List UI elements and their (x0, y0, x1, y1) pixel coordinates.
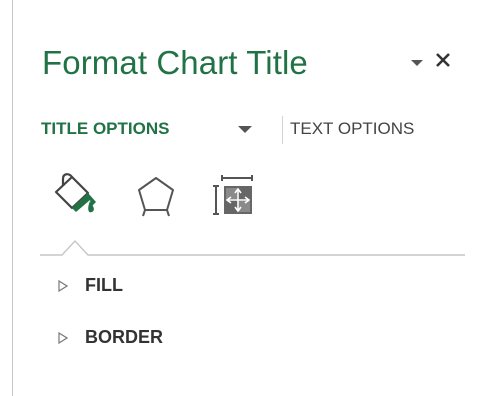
paint-bucket-icon[interactable] (52, 172, 102, 216)
tab-title-options[interactable]: TITLE OPTIONS (41, 119, 169, 139)
pane-title: Format Chart Title (42, 44, 308, 81)
tab-separator (282, 116, 283, 144)
pane-left-border (12, 0, 13, 396)
section-border-label: BORDER (85, 327, 164, 347)
size-properties-icon[interactable] (211, 174, 257, 218)
expand-arrow-icon (58, 332, 68, 344)
pentagon-icon[interactable] (133, 174, 179, 218)
chevron-down-icon[interactable] (238, 125, 252, 134)
section-fill-label: FILL (85, 275, 123, 295)
tab-indicator-divider (40, 239, 465, 256)
chevron-down-icon[interactable] (411, 58, 423, 68)
expand-arrow-icon (58, 280, 68, 292)
close-icon[interactable] (433, 50, 453, 70)
tab-text-options[interactable]: TEXT OPTIONS (290, 119, 414, 139)
